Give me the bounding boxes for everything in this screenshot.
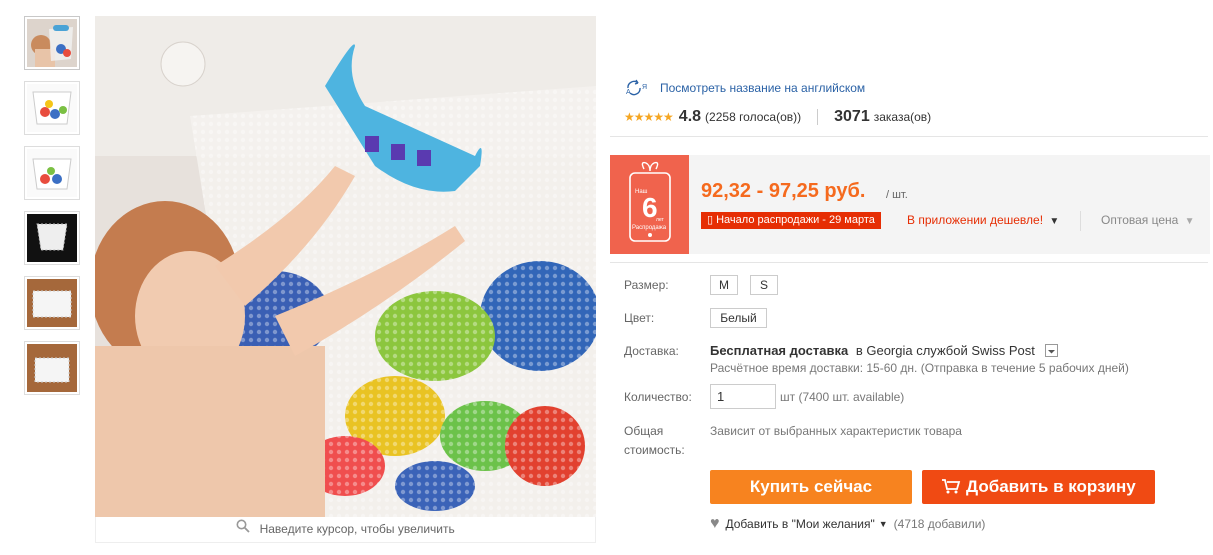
thumbnail-strip [24,16,80,406]
thumb-net-toys[interactable] [24,81,80,135]
translate-icon: AЯ [624,79,650,97]
zoom-hint-text: Наведите курсор, чтобы увеличить [259,522,455,536]
caret-down-icon: ▼ [1049,216,1060,227]
thumb-net-wood-2[interactable] [24,341,80,395]
heart-icon: ♥ [710,515,720,532]
app-cheaper-dropdown[interactable]: В приложении дешевле! ▼ [907,212,1059,230]
thumb-child-bath[interactable] [24,16,80,70]
svg-text:Я: Я [642,84,647,91]
shipping-info: Бесплатная доставка в Georgia службой Sw… [710,343,1058,358]
thumb-net-white[interactable] [24,146,80,200]
wishlist-row: ♥ Добавить в "Мои желания" ▼ (4718 добав… [710,515,985,533]
svg-text:A: A [626,89,631,96]
price-range: 92,32 - 97,25 руб. [701,180,866,202]
sale-start-text: Начало распродажи - 29 марта [716,214,875,226]
badge-sub-text: лет [656,217,665,223]
add-to-cart-text: Добавить в корзину [966,477,1136,496]
badge-label: Распродажа [632,225,667,231]
mobile-icon: ▯ [707,214,717,226]
free-shipping-text: Бесплатная доставка [710,343,849,358]
translate-link-text[interactable]: Посмотреть название на английском [660,81,865,95]
total-value: Зависит от выбранных характеристик товар… [710,424,962,438]
price-box: Наш 6 лет Распродажа 92,32 - 97,25 руб. … [610,155,1210,254]
rating-votes[interactable]: (2258 голоса(ов)) [705,110,801,124]
product-photo [95,16,596,517]
wholesale-price-dropdown[interactable]: Оптовая цена ▼ [1101,212,1195,230]
caret-down-icon: ▼ [1184,216,1195,227]
gift-phone-icon: Наш 6 лет Распродажа [629,161,671,242]
rating-stars-icon: ★★★★★ [624,110,674,124]
total-label-line1: Общая [624,424,664,438]
shipping-time: Расчётное время доставки: 15-60 дн. (Отп… [710,361,1129,375]
anniversary-sale-badge: Наш 6 лет Распродажа [610,155,689,254]
total-label-line2: стоимость: [624,443,685,457]
sale-start-tag: ▯ Начало распродажи - 29 марта [701,212,881,229]
price-divider [1080,211,1081,231]
wishlist-link[interactable]: Добавить в "Мои желания" [726,517,875,531]
shipping-dropdown-icon[interactable] [1044,344,1058,358]
quantity-available: шт (7400 шт. available) [780,390,905,404]
rating-value: 4.8 [678,108,702,125]
buy-now-button[interactable]: Купить сейчас [710,470,912,504]
wholesale-text: Оптовая цена [1101,213,1179,227]
magnifier-icon [236,517,250,542]
price-unit: / шт. [886,189,908,201]
rating-divider [817,109,819,125]
orders-count: 3071 [834,108,870,125]
wishlist-count: (4718 добавили) [893,517,986,531]
thumb-net-black[interactable] [24,211,80,265]
divider [610,136,1208,137]
orders-label: заказа(ов) [873,110,932,124]
add-to-cart-button[interactable]: Добавить в корзину [922,470,1155,504]
translate-link[interactable]: AЯ Посмотреть название на английском [624,78,865,98]
quantity-input[interactable] [710,384,776,409]
size-option-m[interactable]: M [710,275,738,295]
main-product-image[interactable] [95,16,596,517]
zoom-hint: Наведите курсор, чтобы увеличить [95,517,596,543]
quantity-label: Количество: [624,390,692,404]
size-label: Размер: [624,278,669,292]
color-option-white[interactable]: Белый [710,308,767,328]
color-label: Цвет: [624,311,655,325]
rating-row: ★★★★★ 4.8 (2258 голоса(ов)) 3071 заказа(… [624,107,931,127]
size-option-s[interactable]: S [750,275,778,295]
shipping-destination: в Georgia службой Swiss Post [855,343,1035,358]
cart-icon [941,477,966,496]
shipping-label: Доставка: [624,344,679,358]
divider [610,262,1208,263]
caret-down-icon[interactable]: ▼ [879,519,888,529]
app-cheaper-text: В приложении дешевле! [907,213,1044,227]
thumb-net-wood[interactable] [24,276,80,330]
